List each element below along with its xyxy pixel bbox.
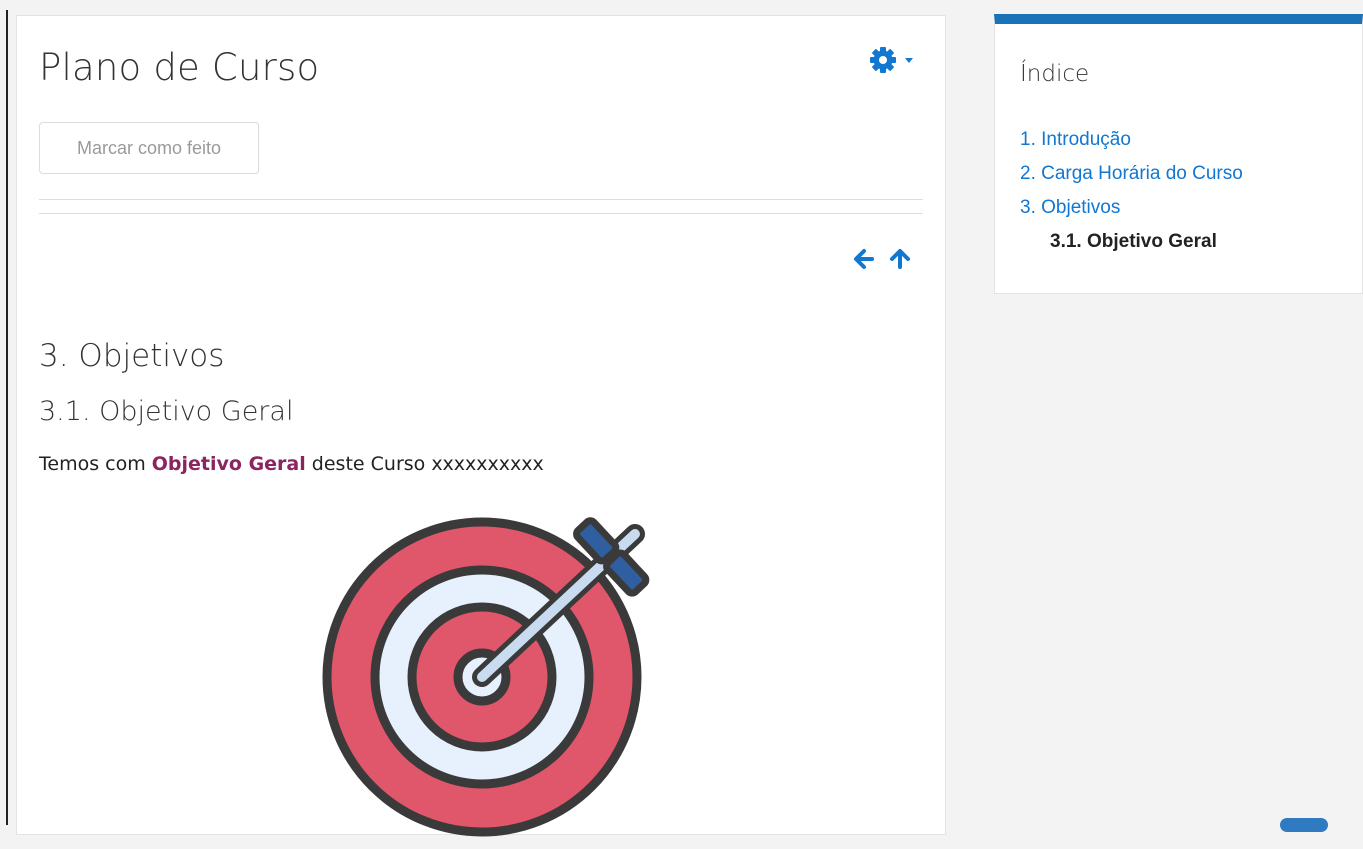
divider — [39, 199, 923, 200]
paragraph-text: Temos com — [39, 453, 152, 475]
index-title: Índice — [1020, 61, 1090, 87]
index-item: 3. Objetivos — [1020, 191, 1243, 225]
gear-icon — [869, 46, 897, 74]
page-navigation — [853, 248, 911, 275]
index-item: 2. Carga Horária do Curso — [1020, 157, 1243, 191]
index-link-introducao[interactable]: 1. Introdução — [1020, 129, 1131, 150]
index-panel: Índice 1. Introdução 2. Carga Horária do… — [994, 14, 1363, 294]
settings-menu-button[interactable] — [869, 46, 913, 74]
index-link-objetivos[interactable]: 3. Objetivos — [1020, 197, 1120, 218]
page-title: Plano de Curso — [39, 46, 320, 89]
window-edge — [6, 10, 8, 825]
divider — [39, 213, 923, 214]
objective-paragraph: Temos com Objetivo Geral deste Curso xxx… — [39, 453, 544, 475]
section-title: 3. Objetivos — [39, 338, 225, 374]
index-list: 1. Introdução 2. Carga Horária do Curso … — [1020, 123, 1243, 259]
highlight-text: Objetivo Geral — [151, 453, 306, 475]
main-content-card: Plano de Curso Marcar como feito 3. Obje… — [16, 15, 946, 837]
index-link-carga-horaria[interactable]: 2. Carga Horária do Curso — [1020, 163, 1243, 184]
mark-as-done-button[interactable]: Marcar como feito — [39, 122, 259, 174]
paragraph-text: deste Curso xxxxxxxxxx — [305, 453, 544, 475]
arrow-left-icon[interactable] — [853, 248, 875, 275]
target-dart-icon — [317, 504, 667, 849]
chevron-down-icon — [905, 57, 913, 63]
index-item: 1. Introdução — [1020, 123, 1243, 157]
subsection-title: 3.1. Objetivo Geral — [39, 396, 294, 427]
floating-button[interactable] — [1280, 818, 1328, 832]
arrow-up-icon[interactable] — [889, 248, 911, 275]
index-current-item: 3.1. Objetivo Geral — [1050, 231, 1217, 252]
